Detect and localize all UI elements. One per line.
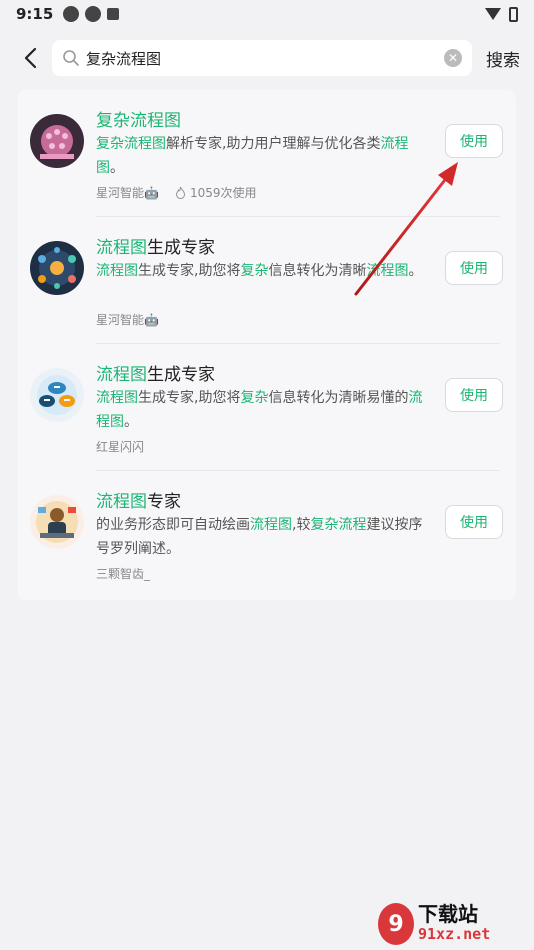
search-input[interactable]: 复杂流程图 ✕	[52, 40, 472, 76]
avatar	[30, 241, 84, 295]
result-description: 的业务形态即可自动绘画流程图,较复杂流程建议按序号罗列阐述。	[96, 517, 423, 557]
result-meta: 红星闪闪	[96, 438, 144, 455]
watermark-badge: 9	[378, 903, 414, 945]
notification-icon	[107, 8, 120, 20]
usage-count: 1059次使用	[175, 184, 257, 201]
search-button[interactable]: 搜索	[486, 46, 520, 71]
result-item[interactable]: 流程图生成专家 流程图生成专家,助您将复杂信息转化为清晰流程图。 星河智能🤖 使…	[18, 217, 516, 344]
avatar	[30, 114, 84, 168]
result-meta: 星河智能🤖	[96, 311, 159, 328]
result-description: 复杂流程图解析专家,助力用户理解与优化各类流程图。	[96, 136, 409, 176]
result-meta: 三颗智齿_	[96, 565, 150, 582]
result-item[interactable]: 复杂流程图 复杂流程图解析专家,助力用户理解与优化各类流程图。 星河智能🤖 10…	[18, 90, 516, 217]
wifi-icon	[485, 8, 501, 20]
result-title: 复杂流程图	[96, 111, 181, 131]
clear-icon[interactable]: ✕	[444, 49, 462, 67]
use-button[interactable]: 使用	[445, 505, 503, 539]
result-description: 流程图生成专家,助您将复杂信息转化为清晰易懂的流程图。	[96, 390, 423, 430]
result-item[interactable]: 流程图生成专家 流程图生成专家,助您将复杂信息转化为清晰易懂的流程图。 红星闪闪…	[18, 344, 516, 471]
result-description: 流程图生成专家,助您将复杂信息转化为清晰流程图。	[96, 263, 423, 279]
result-author: 星河智能🤖	[96, 186, 159, 200]
watermark-text: 下载站 91xz.net	[418, 902, 491, 943]
result-item[interactable]: 流程图专家 的业务形态即可自动绘画流程图,较复杂流程建议按序号罗列阐述。 三颗智…	[18, 471, 516, 598]
result-author: 三颗智齿_	[96, 567, 151, 581]
watermark-logo: 9 下载站 91xz.net	[378, 900, 528, 948]
result-title: 流程图专家	[96, 492, 181, 512]
result-title: 流程图生成专家	[96, 365, 215, 385]
search-icon	[63, 50, 79, 66]
result-author: 红星闪闪	[96, 440, 145, 454]
avatar	[30, 368, 84, 422]
use-button[interactable]: 使用	[445, 124, 503, 158]
search-header: 复杂流程图 ✕ 搜索	[0, 40, 534, 76]
result-meta: 星河智能🤖 1059次使用	[96, 184, 257, 201]
back-button[interactable]	[10, 40, 50, 76]
status-notification-icons	[63, 6, 120, 22]
search-query: 复杂流程图	[86, 49, 162, 68]
use-button[interactable]: 使用	[445, 251, 503, 285]
notification-icon	[85, 6, 102, 22]
avatar	[30, 495, 84, 549]
result-title: 流程图生成专家	[96, 238, 215, 258]
notification-icon	[63, 6, 80, 22]
use-button[interactable]: 使用	[445, 378, 503, 412]
battery-icon	[509, 6, 518, 22]
status-system-icons	[485, 6, 518, 22]
result-author: 星河智能🤖	[96, 313, 159, 327]
flame-icon	[175, 186, 186, 199]
status-bar: 9:15	[0, 0, 534, 28]
results-list: 复杂流程图 复杂流程图解析专家,助力用户理解与优化各类流程图。 星河智能🤖 10…	[18, 90, 516, 600]
chevron-left-icon	[24, 47, 37, 69]
status-time: 9:15	[16, 5, 54, 23]
